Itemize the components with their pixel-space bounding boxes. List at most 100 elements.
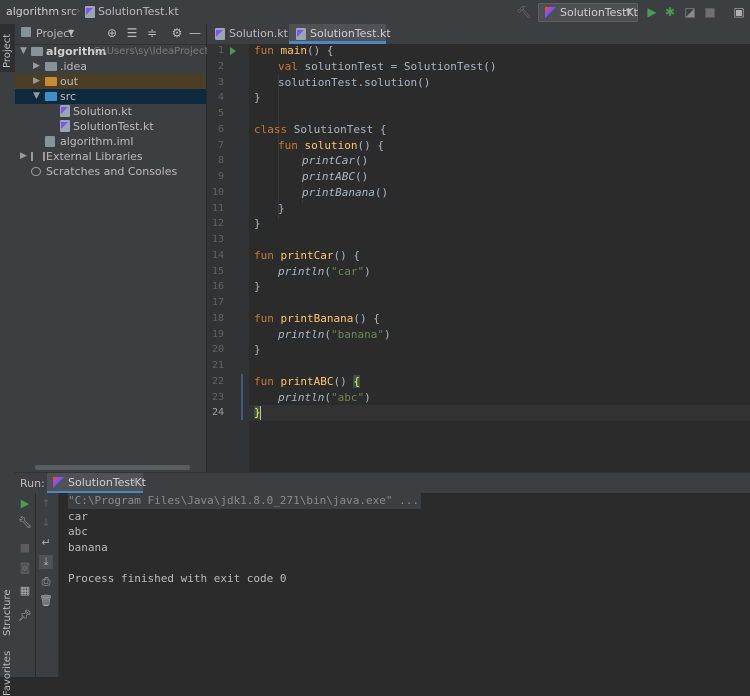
tree-item-out[interactable]: ▶ out	[15, 74, 206, 89]
folder-icon	[45, 62, 57, 71]
line-number: 11	[211, 203, 224, 214]
print-icon[interactable]: ⎙	[39, 575, 53, 589]
current-line-highlight	[249, 405, 750, 421]
stop-icon[interactable]: ■	[18, 541, 32, 555]
code-line-18: fun printBanana() {	[254, 312, 380, 325]
line-number: 7	[217, 140, 224, 151]
chevron-down-icon[interactable]: ▼	[68, 28, 74, 37]
scroll-to-end-icon[interactable]: ⤓	[39, 555, 53, 569]
arrow-up-icon[interactable]: ↑	[39, 497, 53, 511]
rerun-icon[interactable]: ▶	[18, 497, 32, 511]
kotlin-file-icon	[296, 28, 306, 40]
hide-icon[interactable]: —	[188, 26, 202, 40]
code-line-20: }	[254, 343, 261, 356]
navigation-bar: algorithm › src › SolutionTest.kt 🔨︎ Sol…	[0, 0, 750, 25]
line-number: 12	[211, 218, 224, 229]
breadcrumb-separator: ›	[52, 4, 57, 17]
run-icon[interactable]: ▶	[645, 5, 659, 19]
module-folder-icon	[31, 47, 43, 56]
project-structure-icon[interactable]: ▣	[732, 5, 746, 19]
tree-item-solution-kt[interactable]: Solution.kt	[15, 104, 206, 119]
kotlin-file-icon	[85, 6, 95, 18]
console-line: car	[68, 510, 88, 523]
wrench-icon[interactable]: 🔧︎	[18, 516, 32, 530]
line-number: 5	[217, 108, 224, 119]
gear-icon[interactable]: ⚙	[170, 26, 184, 40]
soft-wrap-icon[interactable]: ↵	[39, 536, 53, 550]
code-line-15: println("car")	[278, 265, 371, 278]
line-number: 3	[217, 77, 224, 88]
line-number: 19	[211, 329, 224, 340]
coverage-icon[interactable]: ◪	[683, 5, 697, 19]
tree-item-external-libraries[interactable]: ▶ External Libraries	[15, 149, 206, 164]
tree-item-algorithm-iml[interactable]: algorithm.iml	[15, 134, 206, 149]
editor-tab-bar: Solution.kt SolutionTest.kt	[207, 24, 750, 45]
line-number: 13	[211, 234, 224, 245]
console-line: banana	[68, 541, 108, 554]
debug-icon[interactable]: ✱	[663, 5, 677, 19]
code-line-22: fun printABC() {	[254, 375, 360, 388]
code-editor[interactable]: fun main() { val solutionTest = Solution…	[241, 44, 750, 472]
matched-brace: {	[353, 375, 360, 388]
run-panel-label: Run:	[20, 477, 45, 490]
code-line-11: }	[278, 202, 285, 215]
kotlin-file-icon	[60, 120, 70, 132]
tree-item-label: .idea	[60, 60, 88, 73]
kotlin-file-icon	[60, 105, 70, 117]
tree-item-scratches[interactable]: Scratches and Consoles	[15, 164, 206, 179]
run-configuration-dropdown[interactable]: SolutionTestKt ▼	[538, 3, 638, 22]
code-line-19: println("banana")	[278, 328, 391, 341]
line-number: 9	[217, 171, 224, 182]
tab-solution-kt[interactable]: Solution.kt	[209, 24, 288, 44]
collapse-all-icon[interactable]: ≑	[145, 26, 159, 40]
code-line-4: }	[254, 91, 261, 104]
tree-item-src[interactable]: ▼ src	[15, 89, 206, 104]
line-number: 21	[211, 360, 224, 371]
horizontal-scrollbar[interactable]	[35, 465, 190, 470]
run-tab-solutiontestkt[interactable]: SolutionTestKt ×	[47, 473, 146, 493]
trash-icon[interactable]: 🗑︎	[39, 594, 53, 608]
line-number: 6	[217, 124, 224, 135]
console-line: "C:\Program Files\Java\jdk1.8.0_271\bin\…	[68, 493, 421, 509]
tab-solutiontest-kt[interactable]: SolutionTest.kt	[289, 24, 391, 44]
code-line-6: class SolutionTest {	[254, 123, 387, 136]
expand-all-icon[interactable]: ☰	[125, 26, 139, 40]
source-folder-icon	[45, 92, 57, 101]
layout-icon[interactable]: ▦	[18, 584, 32, 598]
tree-item-solutiontest-kt[interactable]: SolutionTest.kt	[15, 119, 206, 134]
scratches-icon	[31, 167, 41, 176]
breadcrumb-folder[interactable]: src	[61, 5, 77, 18]
breadcrumb-file[interactable]: SolutionTest.kt	[98, 5, 179, 18]
tree-item-idea[interactable]: ▶ .idea	[15, 59, 206, 74]
line-number: 2	[217, 61, 224, 72]
arrow-down-icon[interactable]: ↓	[39, 516, 53, 530]
code-line-23: println("abc")	[278, 391, 371, 404]
project-panel-header: Project ▼ ⊕ ☰ ≑ ⚙ —	[15, 24, 206, 45]
line-number: 4	[217, 92, 224, 103]
locate-icon[interactable]: ⊕	[105, 26, 119, 40]
kotlin-icon	[53, 477, 64, 488]
tree-item-path: C:\Users\sy\IdeaProjects\	[93, 46, 217, 57]
pin-icon[interactable]: 📌︎	[18, 609, 32, 623]
tree-item-algorithm[interactable]: ▼ algorithm C:\Users\sy\IdeaProjects\	[15, 44, 217, 59]
stop-icon[interactable]: ■	[703, 5, 717, 19]
project-icon	[21, 27, 31, 37]
chevron-right-icon[interactable]: ▶	[33, 59, 40, 74]
build-hammer-icon[interactable]: 🔨︎	[516, 5, 531, 19]
tab-label: Solution.kt	[229, 27, 288, 40]
camera-icon[interactable]: ◙	[18, 561, 32, 575]
line-number: 10	[211, 187, 224, 198]
tree-item-label: SolutionTest.kt	[73, 120, 154, 133]
chevron-down-icon[interactable]: ▼	[20, 44, 27, 59]
project-panel: Project ▼ ⊕ ☰ ≑ ⚙ — ▼ algorithm C:\Users…	[15, 24, 217, 472]
chevron-down-icon[interactable]: ▼	[33, 89, 40, 104]
run-gutter-icon[interactable]	[230, 47, 236, 55]
line-number: 14	[211, 250, 224, 261]
chevron-right-icon[interactable]: ▶	[33, 74, 40, 89]
tree-item-label: External Libraries	[46, 150, 143, 163]
line-number: 22	[211, 376, 224, 387]
close-icon[interactable]: ×	[131, 476, 139, 487]
code-line-3: solutionTest.solution()	[278, 76, 431, 89]
console-output[interactable]: "C:\Program Files\Java\jdk1.8.0_271\bin\…	[59, 493, 750, 677]
chevron-right-icon[interactable]: ▶	[20, 149, 27, 164]
